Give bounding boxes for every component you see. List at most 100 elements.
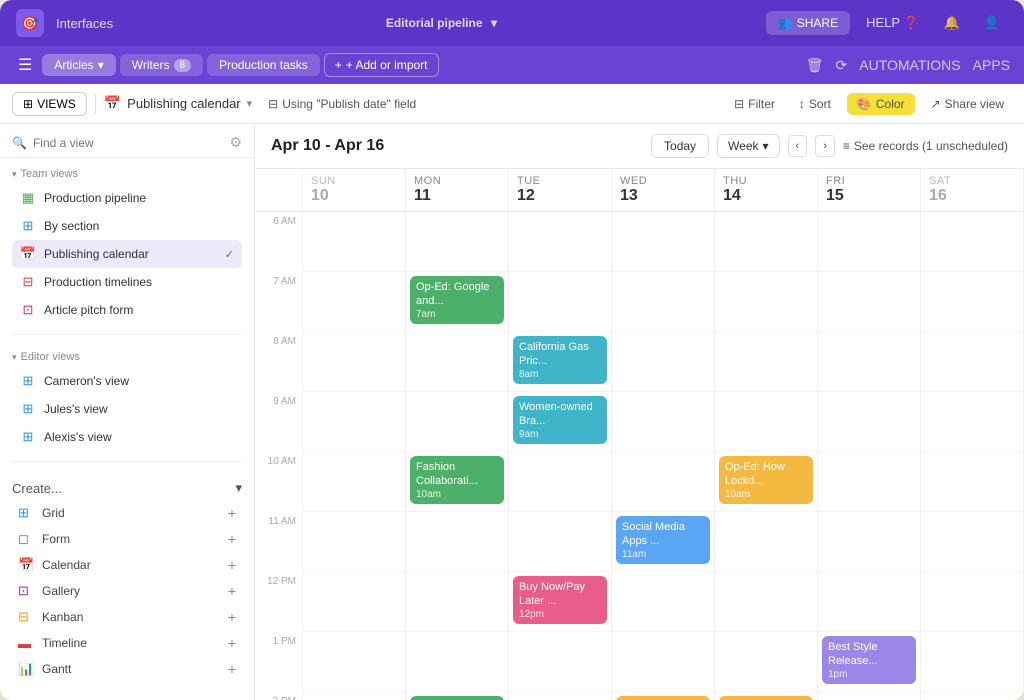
day-cell[interactable] bbox=[406, 212, 509, 272]
day-cell[interactable] bbox=[509, 212, 612, 272]
views-button[interactable]: ⊞ VIEWS bbox=[12, 92, 87, 116]
day-cell[interactable] bbox=[715, 392, 818, 452]
day-cell[interactable] bbox=[303, 332, 406, 392]
day-cell[interactable] bbox=[303, 632, 406, 692]
day-cell[interactable] bbox=[612, 392, 715, 452]
user-avatar[interactable]: 👤 bbox=[976, 11, 1008, 35]
sidebar-item-production-timelines[interactable]: ⊟ Production timelines bbox=[12, 268, 242, 296]
day-cell[interactable]: Fashion Collaborati...10am bbox=[406, 452, 509, 512]
day-cell[interactable] bbox=[818, 452, 921, 512]
day-cell[interactable] bbox=[921, 632, 1024, 692]
day-cell[interactable] bbox=[818, 272, 921, 332]
sidebar-item-by-section[interactable]: ⊞ By section bbox=[12, 212, 242, 240]
day-cell[interactable] bbox=[406, 632, 509, 692]
day-cell[interactable]: Women-owned Bra...9am bbox=[509, 392, 612, 452]
calendar-event[interactable]: Fashion Collaborati...10am bbox=[410, 456, 504, 504]
add-import-button[interactable]: + + Add or import bbox=[324, 53, 439, 77]
day-cell[interactable]: Buy Now/Pay Later ...12pm bbox=[509, 572, 612, 632]
day-cell[interactable]: Op-Ed: How Lockd...10am bbox=[715, 452, 818, 512]
day-cell[interactable] bbox=[612, 632, 715, 692]
calendar-event[interactable]: Op-Ed: How Lockd...10am bbox=[719, 456, 813, 504]
day-cell[interactable] bbox=[715, 272, 818, 332]
field-button[interactable]: ⊟ Using "Publish date" field bbox=[260, 93, 424, 115]
day-cell[interactable] bbox=[303, 692, 406, 700]
day-cell[interactable] bbox=[921, 512, 1024, 572]
day-cell[interactable]: California Gas Pric...8am bbox=[509, 332, 612, 392]
calendar-event[interactable]: Buy Now/Pay Later ...12pm bbox=[513, 576, 607, 624]
calendar-event[interactable]: Fashion Weeks Bal...2pm bbox=[719, 696, 813, 700]
day-cell[interactable]: Nesting Remains Pr...2pm bbox=[406, 692, 509, 700]
create-kanban[interactable]: ⊟ Kanban + bbox=[12, 604, 242, 630]
kanban-add-icon[interactable]: + bbox=[228, 609, 236, 625]
delete-icon-button[interactable]: 🗑 bbox=[804, 55, 826, 76]
grid-add-icon[interactable]: + bbox=[228, 505, 236, 521]
day-cell[interactable] bbox=[818, 212, 921, 272]
menu-button[interactable]: ☰ bbox=[12, 51, 38, 79]
day-cell[interactable] bbox=[406, 572, 509, 632]
day-cell[interactable]: Op-Ed: Google and...7am bbox=[406, 272, 509, 332]
day-cell[interactable] bbox=[406, 392, 509, 452]
sidebar-item-production-pipeline[interactable]: ▦ Production pipeline bbox=[12, 184, 242, 212]
day-cell[interactable] bbox=[303, 572, 406, 632]
create-gallery[interactable]: ⊡ Gallery + bbox=[12, 578, 242, 604]
color-button[interactable]: 🎨 Color bbox=[847, 93, 915, 115]
unscheduled-button[interactable]: ≡ See records (1 unscheduled) bbox=[843, 139, 1008, 153]
help-button[interactable]: HELP ❓ bbox=[858, 11, 928, 35]
next-week-button[interactable]: › bbox=[815, 135, 835, 157]
create-gantt[interactable]: 📊 Gantt + bbox=[12, 656, 242, 682]
filter-button[interactable]: ⊟ Filter bbox=[726, 93, 783, 115]
calendar-event[interactable]: Nesting Remains Pr...2pm bbox=[410, 696, 504, 700]
day-cell[interactable] bbox=[715, 212, 818, 272]
create-timeline[interactable]: ▬ Timeline + bbox=[12, 630, 242, 656]
calendar-event[interactable]: Your Sneak Peek at...2pm bbox=[616, 696, 710, 700]
gear-icon[interactable]: ⚙ bbox=[229, 134, 242, 151]
day-cell[interactable] bbox=[303, 272, 406, 332]
day-cell[interactable]: Social Media Apps ...11am bbox=[612, 512, 715, 572]
calendar-event[interactable]: Women-owned Bra...9am bbox=[513, 396, 607, 444]
day-cell[interactable] bbox=[303, 512, 406, 572]
day-cell[interactable] bbox=[612, 572, 715, 632]
automations-button[interactable]: AUTOMATIONS bbox=[857, 55, 962, 75]
calendar-add-icon[interactable]: + bbox=[228, 557, 236, 573]
form-add-icon[interactable]: + bbox=[228, 531, 236, 547]
articles-tab[interactable]: Articles ▾ bbox=[42, 54, 115, 76]
day-cell[interactable] bbox=[406, 512, 509, 572]
week-button[interactable]: Week ▾ bbox=[717, 134, 780, 158]
day-cell[interactable] bbox=[509, 272, 612, 332]
sidebar-item-alexis[interactable]: ⊞ Alexis's view bbox=[12, 423, 242, 451]
day-cell[interactable] bbox=[715, 572, 818, 632]
day-cell[interactable] bbox=[818, 332, 921, 392]
timeline-add-icon[interactable]: + bbox=[228, 635, 236, 651]
day-cell[interactable] bbox=[406, 332, 509, 392]
day-cell[interactable] bbox=[612, 212, 715, 272]
day-cell[interactable] bbox=[303, 452, 406, 512]
notifications-button[interactable]: 🔔 bbox=[936, 11, 968, 35]
calendar-event[interactable]: California Gas Pric...8am bbox=[513, 336, 607, 384]
day-cell[interactable] bbox=[818, 572, 921, 632]
day-cell[interactable] bbox=[509, 632, 612, 692]
day-cell[interactable] bbox=[715, 512, 818, 572]
share-view-button[interactable]: ↗ Share view bbox=[923, 93, 1012, 115]
day-cell[interactable] bbox=[921, 392, 1024, 452]
writers-tab[interactable]: Writers 8 bbox=[120, 54, 203, 76]
sidebar-item-cameron[interactable]: ⊞ Cameron's view bbox=[12, 367, 242, 395]
sidebar-item-jules[interactable]: ⊞ Jules's view bbox=[12, 395, 242, 423]
day-cell[interactable]: Your Sneak Peek at...2pm bbox=[612, 692, 715, 700]
day-cell[interactable] bbox=[818, 512, 921, 572]
day-cell[interactable] bbox=[612, 272, 715, 332]
sidebar-item-article-pitch[interactable]: ⊡ Article pitch form bbox=[12, 296, 242, 324]
day-cell[interactable] bbox=[715, 632, 818, 692]
day-cell[interactable] bbox=[921, 452, 1024, 512]
day-cell[interactable] bbox=[921, 212, 1024, 272]
calendar-event[interactable]: Best Style Release...1pm bbox=[822, 636, 916, 684]
calendar-event[interactable]: Op-Ed: Google and...7am bbox=[410, 276, 504, 324]
editor-views-title[interactable]: ▾ Editor views bbox=[12, 351, 242, 363]
production-tasks-tab[interactable]: Production tasks bbox=[207, 54, 320, 76]
apps-button[interactable]: APPS bbox=[971, 55, 1012, 75]
sort-button[interactable]: ↕ Sort bbox=[791, 93, 839, 115]
search-input[interactable] bbox=[33, 136, 223, 150]
day-cell[interactable] bbox=[818, 692, 921, 700]
team-views-title[interactable]: ▾ Team views bbox=[12, 168, 242, 180]
create-form[interactable]: ◻ Form + bbox=[12, 526, 242, 552]
calendar-event[interactable]: Social Media Apps ...11am bbox=[616, 516, 710, 564]
